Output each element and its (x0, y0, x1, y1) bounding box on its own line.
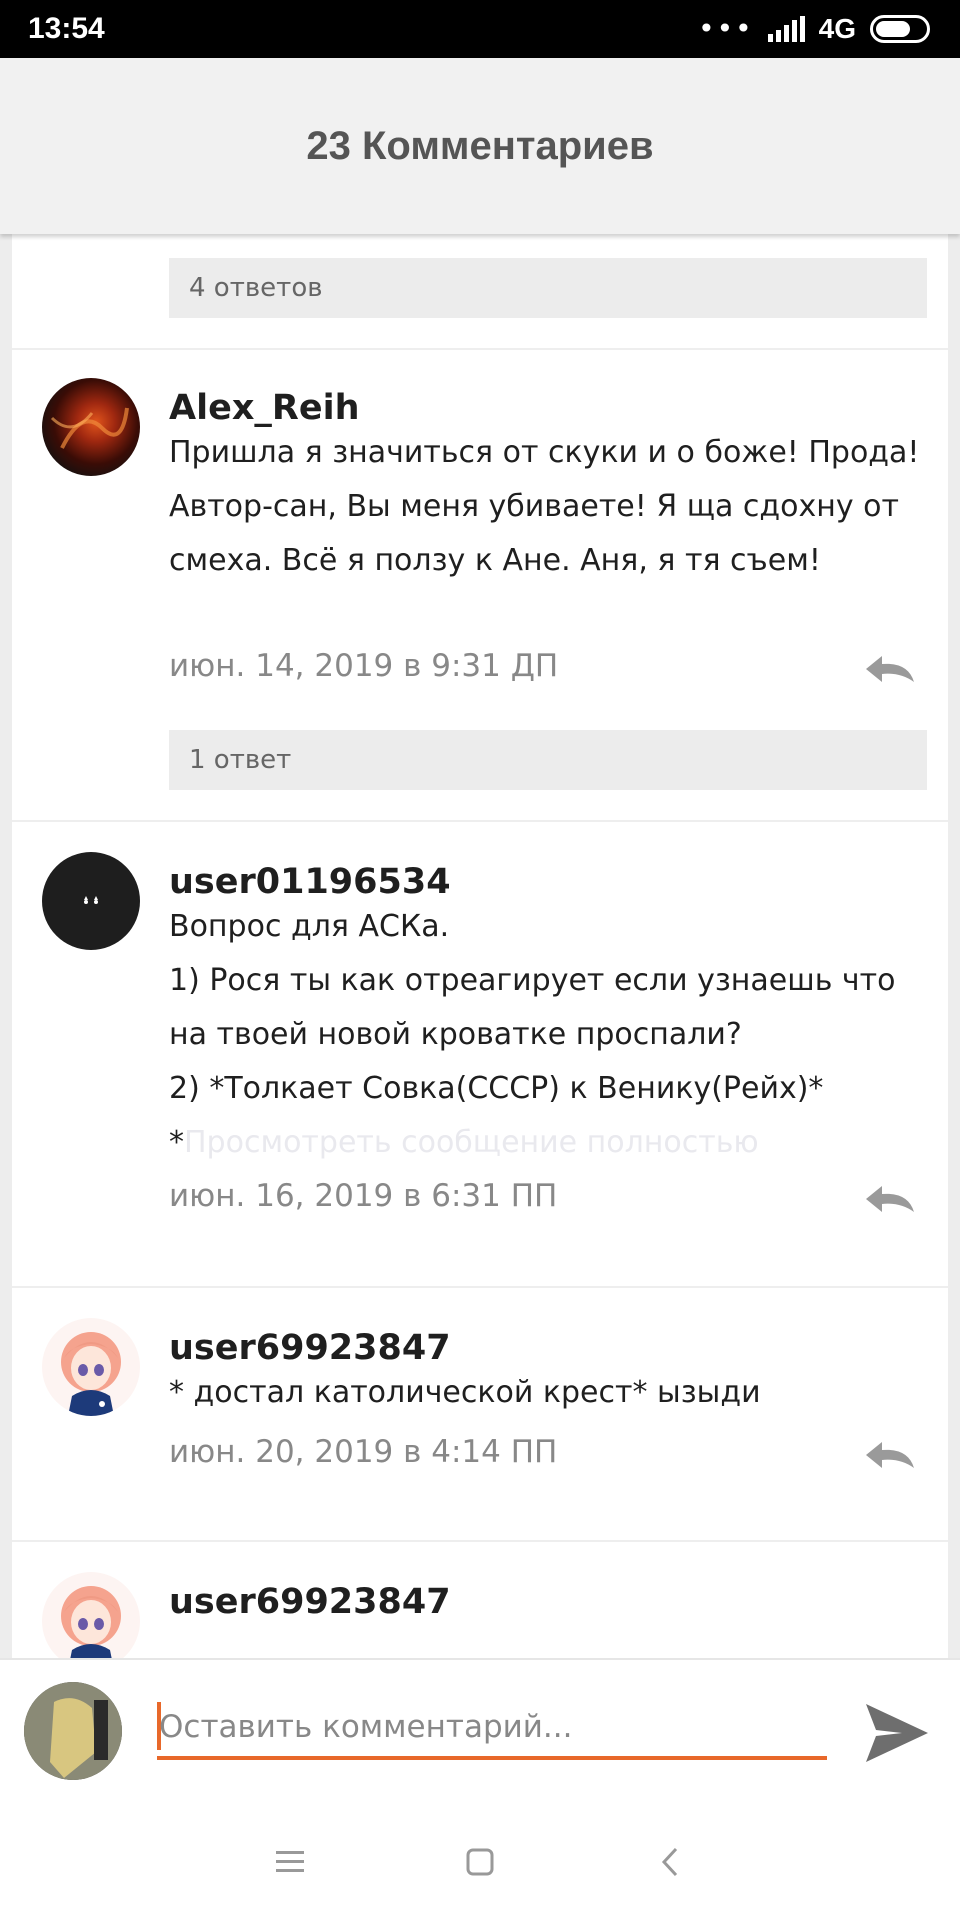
home-icon[interactable] (460, 1842, 500, 1882)
back-icon[interactable] (650, 1842, 690, 1882)
battery-icon (870, 15, 930, 43)
avatar-image-icon (50, 407, 129, 449)
divider (12, 1286, 948, 1288)
comment-author[interactable]: Alex_Reih (169, 388, 360, 428)
comment-text: Вопрос для АСКа. 1) Рося ты как отреагир… (169, 900, 929, 1170)
comment-input-bar (0, 1658, 960, 1804)
comment-line: Вопрос для АСКа. (169, 909, 450, 944)
comment-author[interactable]: user01196534 (169, 862, 451, 902)
my-avatar[interactable] (24, 1682, 122, 1780)
avatar[interactable] (42, 1318, 140, 1416)
avatar-image-icon (84, 896, 98, 904)
comment-date: июн. 14, 2019 в 9:31 ДП (169, 648, 559, 684)
page-title: 23 Комментариев (306, 123, 654, 168)
comment-text: * достал католической крест* ызыди (169, 1375, 761, 1410)
status-time: 13:54 (28, 12, 105, 45)
replies-toggle[interactable]: 1 ответ (169, 730, 927, 790)
comment-line-prefix: * (169, 1125, 184, 1160)
comment-input[interactable] (157, 1698, 827, 1760)
header: 23 Комментариев (0, 58, 960, 234)
signal-icon (767, 16, 805, 42)
comment-author[interactable]: user69923847 (169, 1328, 451, 1368)
replies-toggle[interactable]: 4 ответов (169, 258, 927, 318)
anime-girl-avatar-icon (61, 1586, 121, 1658)
network-type: 4G (818, 13, 856, 44)
view-full-message-link[interactable]: Просмотреть сообщение полностью (184, 1125, 759, 1160)
comment-date: июн. 16, 2019 в 6:31 ПП (169, 1178, 558, 1214)
comment-line: 2) *Толкает Совка(СССР) к Венику(Рейх)* (169, 1071, 824, 1106)
avatar[interactable] (42, 1572, 140, 1658)
comment-line: 1) Рося ты как отреагирует если узнаешь … (169, 963, 896, 1052)
divider (12, 1540, 948, 1542)
comment-author[interactable]: user69923847 (169, 1582, 451, 1622)
comment-text: Пришла я значиться от скуки и о боже! Пр… (169, 435, 920, 578)
reply-arrow-icon[interactable] (864, 1184, 916, 1214)
avatar[interactable] (42, 378, 140, 476)
system-nav-bar (0, 1804, 960, 1920)
send-icon[interactable] (862, 1698, 932, 1768)
comments-list[interactable]: 4 ответов Alex_Reih Пришла я значиться о… (12, 234, 948, 1658)
reply-arrow-icon[interactable] (864, 654, 916, 684)
anime-girl-avatar-icon (61, 1332, 121, 1416)
replies-label: 1 ответ (189, 745, 292, 775)
reply-arrow-icon[interactable] (864, 1440, 916, 1470)
comment-date: июн. 20, 2019 в 4:14 ПП (169, 1434, 558, 1470)
status-icons: ••• 4G (698, 13, 930, 45)
comment-line-last: *Просмотреть сообщение полностью (169, 1116, 929, 1170)
menu-icon[interactable] (270, 1842, 310, 1882)
status-bar: 13:54 ••• 4G (0, 0, 960, 58)
replies-label: 4 ответов (189, 273, 323, 303)
user-avatar-image-icon (24, 1682, 122, 1780)
divider (12, 820, 948, 822)
avatar[interactable] (42, 852, 140, 950)
notification-dots-icon: ••• (698, 12, 754, 45)
